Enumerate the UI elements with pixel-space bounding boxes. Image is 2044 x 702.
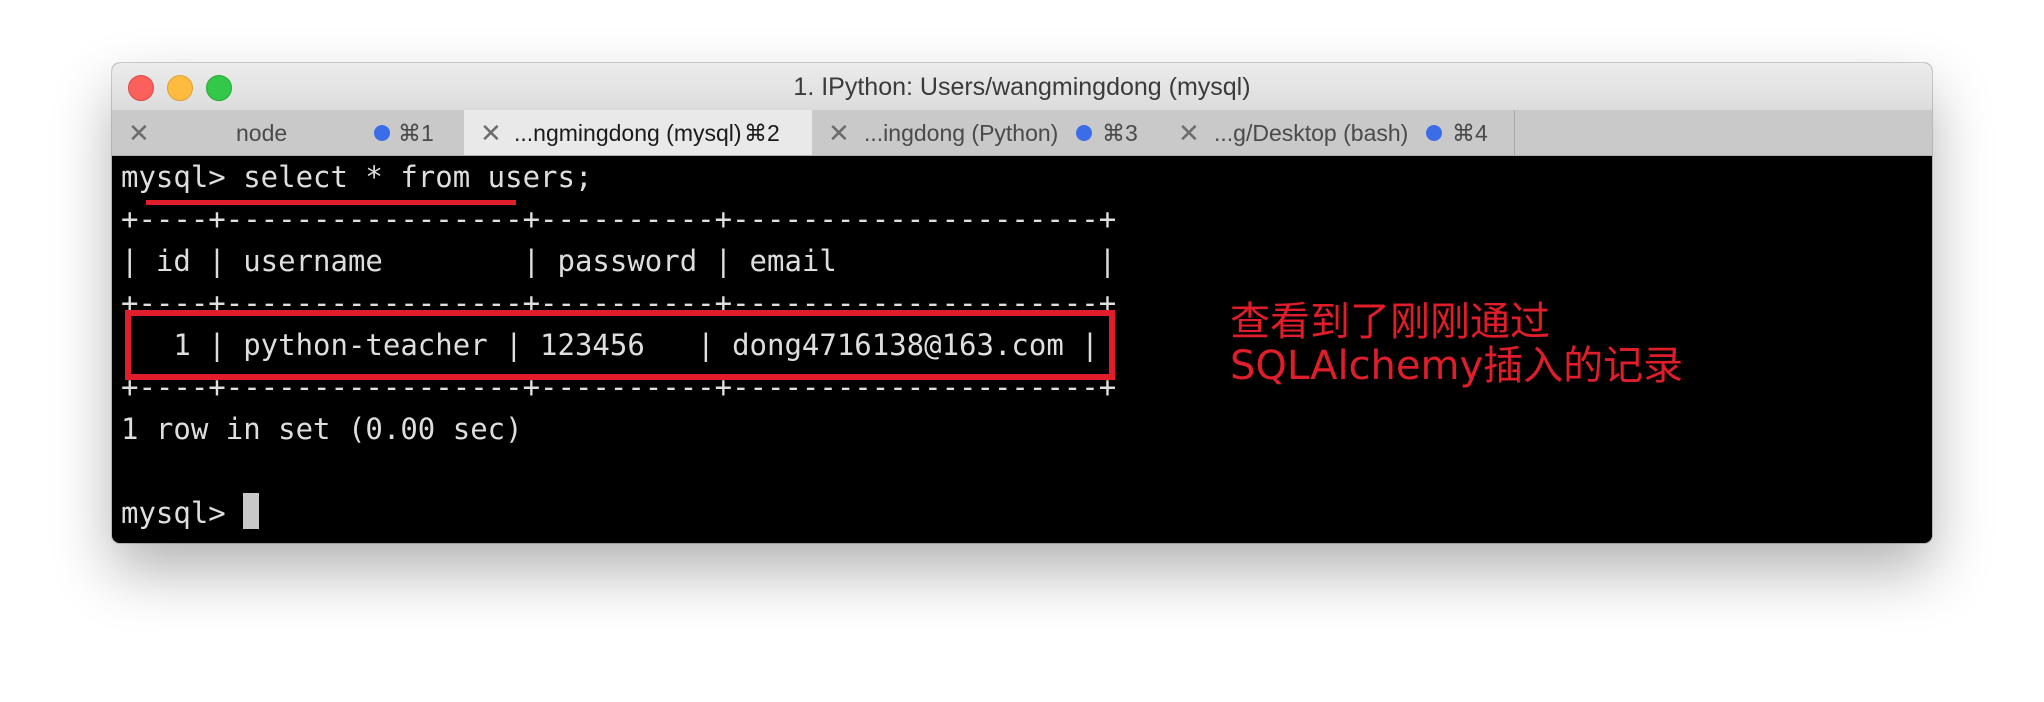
tab-shortcut: ⌘1 (398, 120, 434, 146)
terminal-prompt-line[interactable]: mysql> (121, 492, 260, 534)
tab-bash[interactable]: ✕ ...g/Desktop (bash) ⌘4 (1162, 110, 1515, 155)
close-tab-icon[interactable]: ✕ (480, 118, 502, 149)
annotation-line: SQLAlchemy插入的记录 (1230, 343, 1684, 389)
tab-shortcut: ⌘4 (1452, 120, 1488, 146)
close-tab-icon[interactable]: ✕ (128, 118, 150, 149)
annotation-text: 查看到了刚刚通过 SQLAlchemy插入的记录 (1230, 300, 1683, 388)
terminal-line: 1 row in set (0.00 sec) (121, 412, 523, 446)
highlight-underline (146, 200, 516, 205)
close-tab-icon[interactable]: ✕ (1178, 118, 1200, 149)
tab-mysql[interactable]: ✕ ...ngmingdong (mysql) ⌘2 (464, 110, 813, 155)
tab-shortcut: ⌘2 (744, 120, 780, 146)
tab-label: ...g/Desktop (bash) (1214, 120, 1409, 146)
activity-dot-icon (1076, 125, 1092, 141)
activity-dot-icon (1426, 125, 1442, 141)
tab-shortcut: ⌘3 (1102, 120, 1138, 146)
terminal-line: | id | username | password | email | (121, 244, 1117, 278)
tab-label: ...ingdong (Python) (864, 120, 1059, 146)
terminal-prompt: mysql> (121, 496, 244, 530)
tab-node[interactable]: ✕ node ⌘1 (112, 110, 465, 155)
window-title: 1. IPython: Users/wangmingdong (mysql) (793, 73, 1251, 101)
tab-python[interactable]: ✕ ...ingdong (Python) ⌘3 (812, 110, 1163, 155)
tab-label: ...ngmingdong (mysql) (514, 120, 742, 146)
text-cursor (243, 493, 260, 529)
terminal-line: mysql> select * from users; (121, 160, 593, 194)
annotation-line: 查看到了刚刚通过 (1230, 299, 1550, 345)
activity-dot-icon (374, 125, 390, 141)
highlight-box (125, 310, 1115, 380)
tab-bar: ✕ node ⌘1 ✕ ...ngmingdong (mysql) ⌘2 ✕ .… (112, 110, 1932, 156)
title-bar[interactable]: 1. IPython: Users/wangmingdong (mysql) (112, 63, 1932, 111)
close-tab-icon[interactable]: ✕ (828, 118, 850, 149)
tab-label: node (236, 120, 288, 146)
